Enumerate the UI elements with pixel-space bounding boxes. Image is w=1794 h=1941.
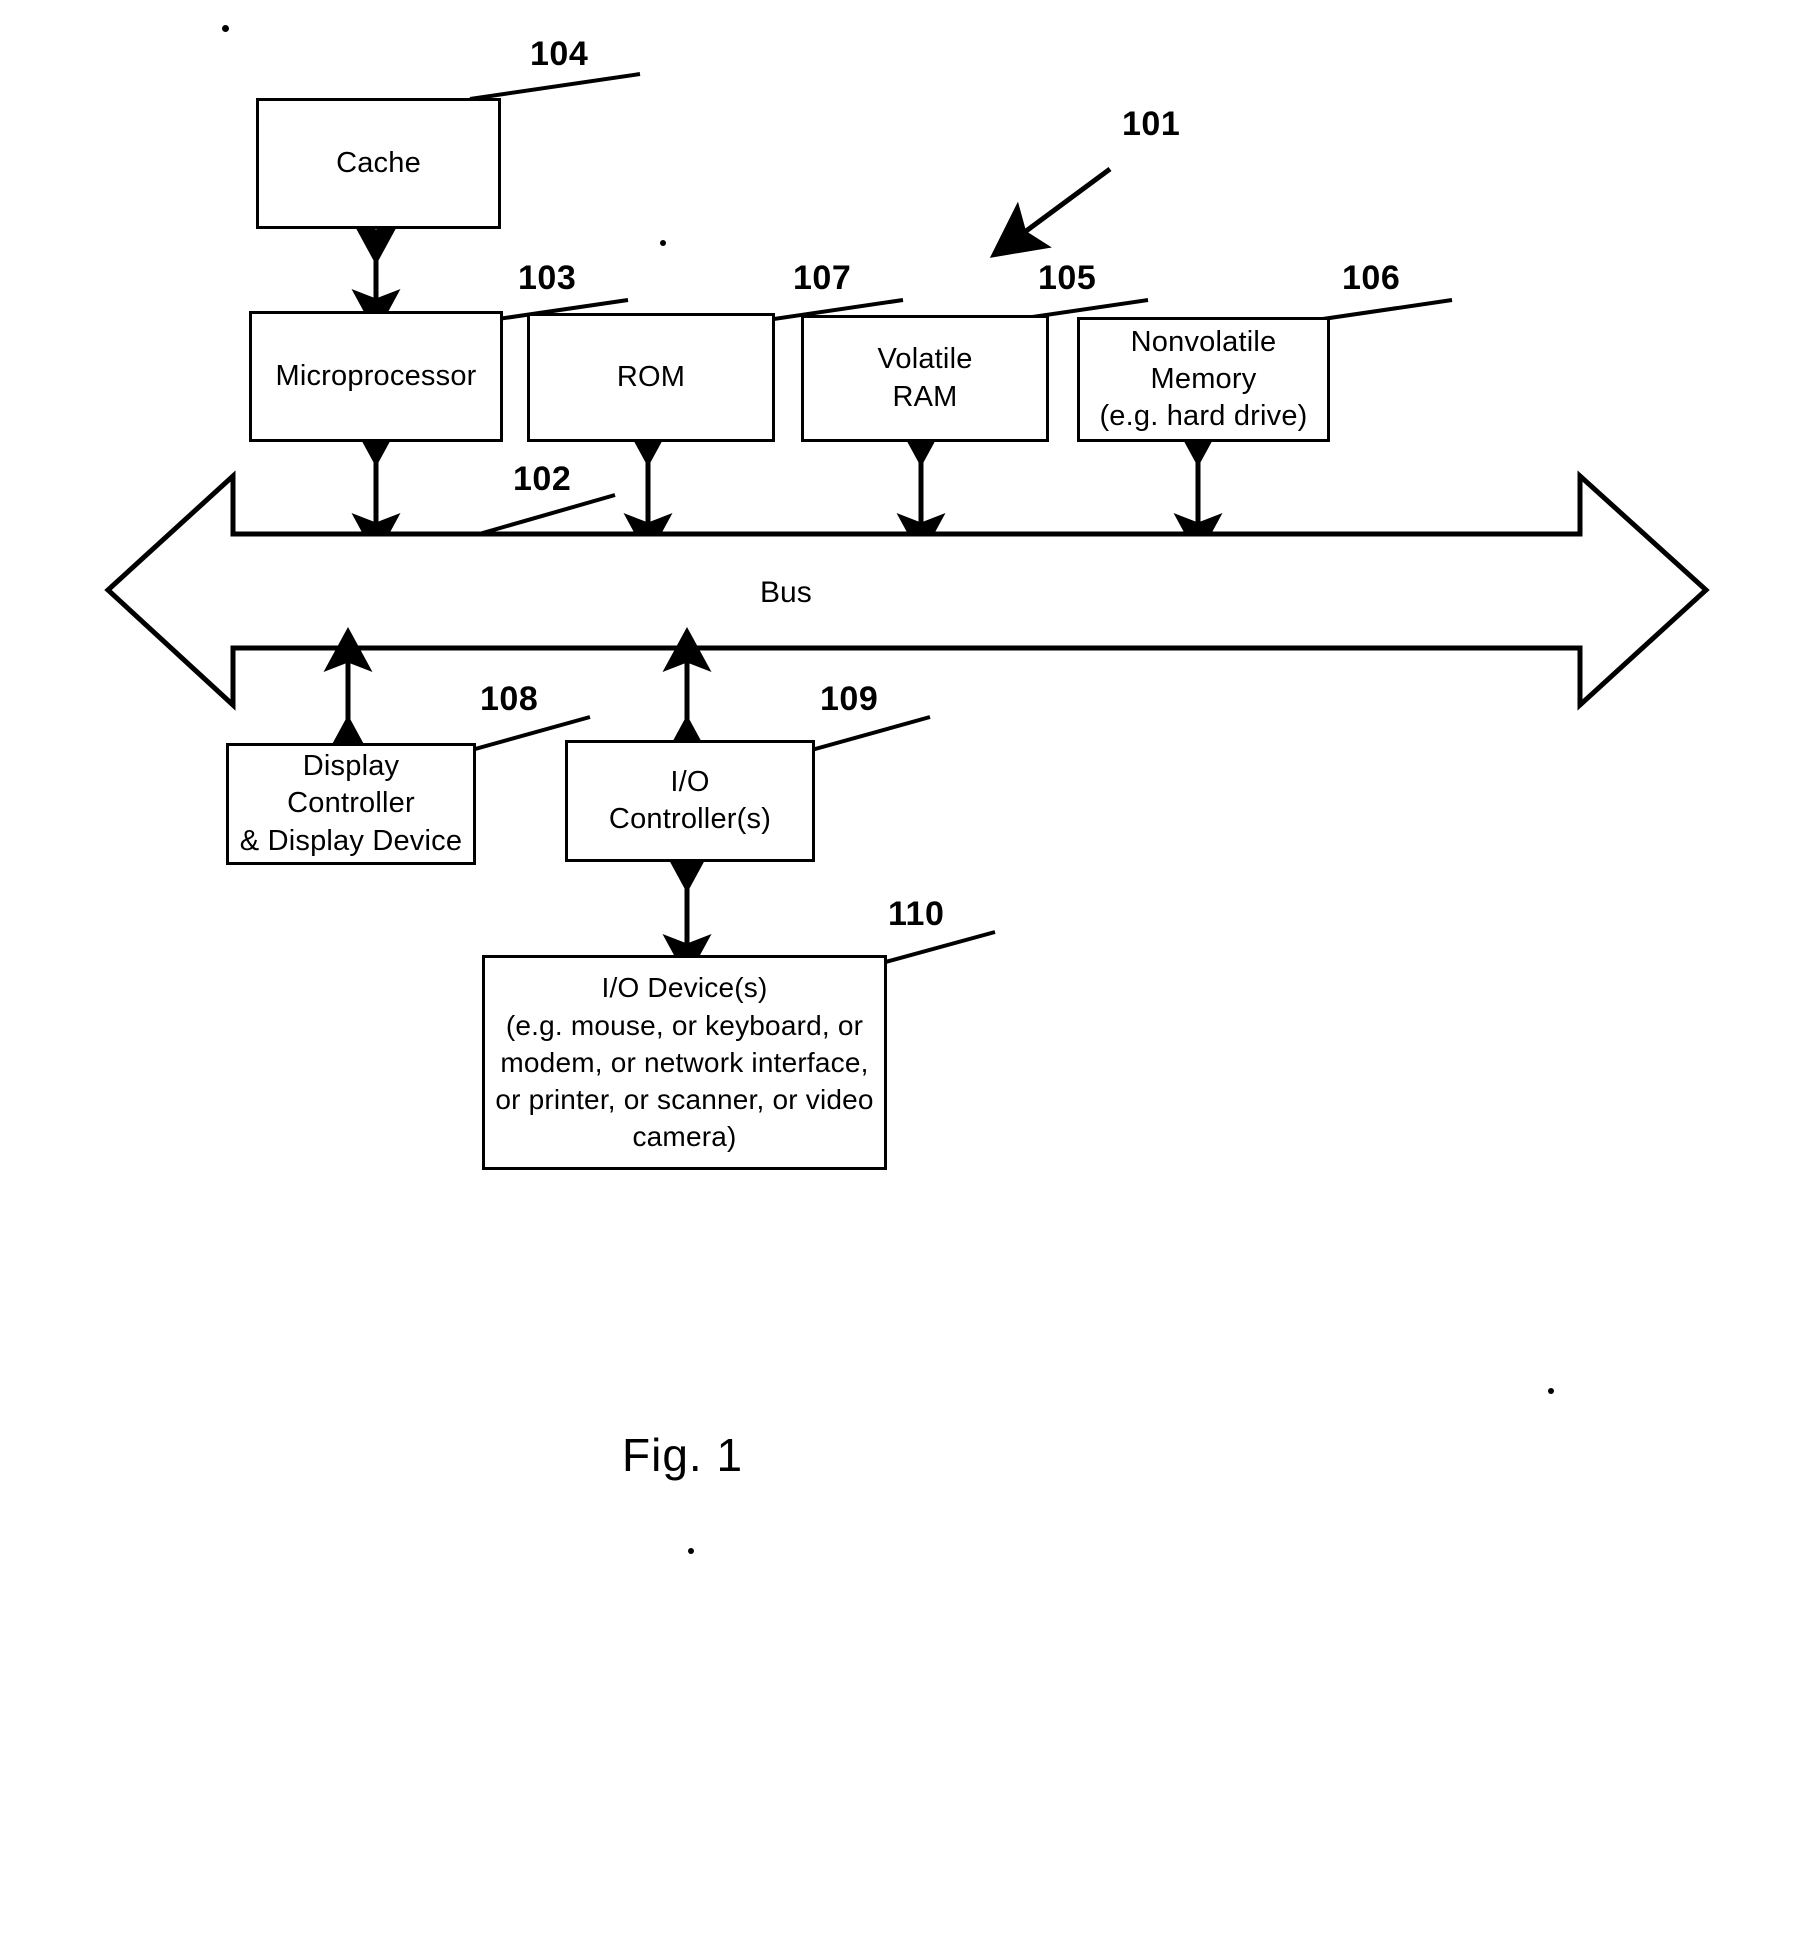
block-nonvolatile-memory-label: Nonvolatile Memory (e.g. hard drive) [1099, 325, 1308, 433]
block-io-controller-label: I/O Controller(s) [608, 765, 772, 835]
block-display-controller-label: Display Controller & Display Device [239, 750, 463, 857]
block-io-devices-label: I/O Device(s) (e.g. mouse, or keyboard, … [495, 972, 874, 1153]
diagram-connector-layer [104, 72, 1710, 980]
reference-numeral-101: 101 [1122, 105, 1181, 143]
patent-figure-page: 104 101 103 107 105 106 102 108 109 110 … [0, 0, 1794, 1941]
reference-numeral-103: 103 [518, 259, 577, 297]
scan-speck [688, 1548, 694, 1554]
system-pointer-arrow [989, 166, 1112, 258]
block-rom[interactable]: ROM [527, 313, 775, 442]
reference-numeral-109: 109 [820, 680, 879, 718]
block-rom-label: ROM [616, 360, 686, 393]
scan-speck [1548, 1388, 1554, 1394]
block-nonvolatile-memory[interactable]: Nonvolatile Memory (e.g. hard drive) [1077, 317, 1330, 442]
block-io-controller[interactable]: I/O Controller(s) [565, 740, 815, 862]
scan-speck [660, 240, 666, 246]
reference-numeral-106: 106 [1342, 259, 1401, 297]
reference-numeral-108: 108 [480, 680, 539, 718]
reference-numeral-110: 110 [888, 895, 945, 933]
block-bus-label: Bus [760, 576, 812, 609]
block-cache-label: Cache [336, 146, 421, 179]
block-microprocessor-label: Microprocessor [275, 359, 477, 392]
block-volatile-ram-label: Volatile RAM [877, 343, 973, 413]
scan-speck [222, 25, 229, 32]
reference-numeral-107: 107 [793, 259, 852, 297]
block-cache[interactable]: Cache [256, 98, 501, 229]
block-microprocessor[interactable]: Microprocessor [249, 311, 503, 442]
reference-numeral-104: 104 [530, 35, 589, 73]
reference-numeral-102: 102 [513, 460, 572, 498]
block-display-controller[interactable]: Display Controller & Display Device [226, 743, 476, 865]
reference-numeral-105: 105 [1038, 259, 1097, 297]
figure-caption: Fig. 1 [622, 1429, 744, 1481]
leader-line-104 [469, 72, 641, 101]
block-io-devices[interactable]: I/O Device(s) (e.g. mouse, or keyboard, … [482, 955, 887, 1170]
block-volatile-ram[interactable]: Volatile RAM [801, 315, 1049, 442]
